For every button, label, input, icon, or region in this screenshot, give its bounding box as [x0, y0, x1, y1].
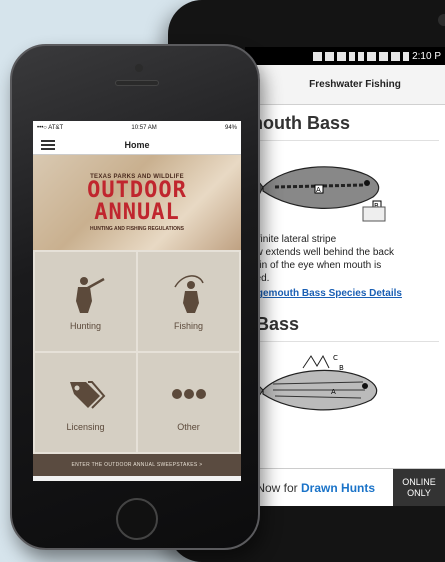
banner-highlight: Drawn Hunts — [301, 480, 376, 495]
hero-sub-text: HUNTING AND FISHING REGULATIONS — [90, 225, 184, 232]
online-line1: ONLINE — [402, 476, 436, 487]
android-status-time: 2:10 P — [412, 50, 441, 62]
tile-other[interactable]: Other — [138, 353, 239, 452]
sweepstakes-bar[interactable]: ENTER THE OUTDOOR ANNUAL SWEEPSTAKES > — [33, 454, 241, 476]
nfc-icon — [367, 51, 377, 61]
battery-icon — [403, 51, 410, 61]
hero-line1: OUTDOOR — [87, 177, 187, 203]
fish2-label-b: B — [339, 364, 344, 372]
tags-icon — [69, 380, 105, 409]
fish-text-line: Jaw extends well behind the back — [245, 247, 394, 258]
iphone: •••○ AT&T 10:57 AM 94% Home TEXAS PARKS … — [10, 44, 260, 550]
fish-text-line: Definite lateral stripe — [245, 234, 337, 245]
more-dots-icon — [171, 388, 206, 399]
menu-tiles: Hunting Fishing Licensing Other — [33, 250, 241, 454]
hunter-icon — [75, 276, 105, 313]
iphone-camera — [135, 64, 143, 72]
tile-licensing[interactable]: Licensing — [35, 353, 136, 452]
tile-label: Hunting — [69, 320, 102, 331]
largemouth-bass-drawing: A B — [254, 166, 386, 222]
iphone-screen: •••○ AT&T 10:57 AM 94% Home TEXAS PARKS … — [33, 121, 241, 481]
fisher-icon — [173, 274, 204, 313]
android-camera — [438, 14, 445, 26]
fish-text-line: argin of the eye when mouth is — [245, 260, 382, 271]
nav-title: Home — [124, 139, 150, 150]
android-screen: 2:10 P Freshwater Fishing emouth Bass A … — [245, 47, 445, 506]
status-time: 10:57 AM — [131, 125, 157, 131]
outdoor-annual-banner: TEXAS PARKS AND WILDLIFE OUTDOOR ANNUAL … — [33, 155, 241, 250]
species-details-link[interactable]: rgemouth Bass Species Details — [253, 287, 439, 300]
android-toolbar: Freshwater Fishing — [245, 65, 445, 105]
fish2-label-c: C — [333, 354, 338, 362]
fishing-content[interactable]: emouth Bass A B Definite lateral stripe … — [245, 105, 445, 422]
photo-icon — [325, 51, 335, 61]
white-bass-drawing: C B A — [252, 354, 378, 411]
online-line2: ONLY — [407, 487, 431, 498]
fish-text-line: osed. — [245, 272, 439, 285]
download-icon — [349, 51, 356, 61]
section-title-largemouth: emouth Bass — [245, 105, 439, 141]
tile-label: Licensing — [66, 421, 105, 432]
fish2-label-a: A — [331, 388, 336, 396]
white-bass-image: C B A — [252, 352, 393, 422]
largemouth-bass-image: A B — [254, 151, 395, 223]
home-button[interactable] — [116, 498, 158, 540]
tile-hunting[interactable]: Hunting — [35, 252, 136, 351]
menu-icon[interactable] — [41, 139, 55, 150]
tile-label: Fishing — [173, 320, 203, 331]
ios-status-bar: •••○ AT&T 10:57 AM 94% — [33, 121, 241, 135]
mail-icon — [337, 51, 347, 61]
online-only-badge: ONLINE ONLY — [393, 468, 445, 506]
carrier-text: •••○ AT&T — [37, 125, 64, 131]
vibrate-icon — [379, 51, 389, 61]
battery-text: 94% — [224, 125, 237, 131]
android-toolbar-title: Freshwater Fishing — [309, 79, 401, 90]
hero-line2: ANNUAL — [94, 199, 180, 225]
fish1-label-a: A — [316, 186, 321, 194]
tile-label: Other — [177, 421, 200, 432]
drawn-hunts-banner[interactable]: y Now for Drawn Hunts ONLINE ONLY — [245, 468, 445, 506]
banner-text: y Now for Drawn Hunts — [247, 481, 375, 495]
showcase-stage: 2:10 P Freshwater Fishing emouth Bass A … — [0, 0, 445, 562]
signal-icon — [391, 51, 401, 61]
image-icon — [313, 51, 323, 61]
largemouth-description: Definite lateral stripe Jaw extends well… — [245, 233, 439, 300]
android-status-bar: 2:10 P — [245, 47, 445, 65]
section-title-white-bass: w Bass — [245, 314, 439, 342]
ios-nav-bar: Home — [33, 135, 241, 155]
tile-fishing[interactable]: Fishing — [138, 252, 239, 351]
download-icon — [358, 51, 365, 61]
iphone-speaker — [115, 80, 159, 86]
